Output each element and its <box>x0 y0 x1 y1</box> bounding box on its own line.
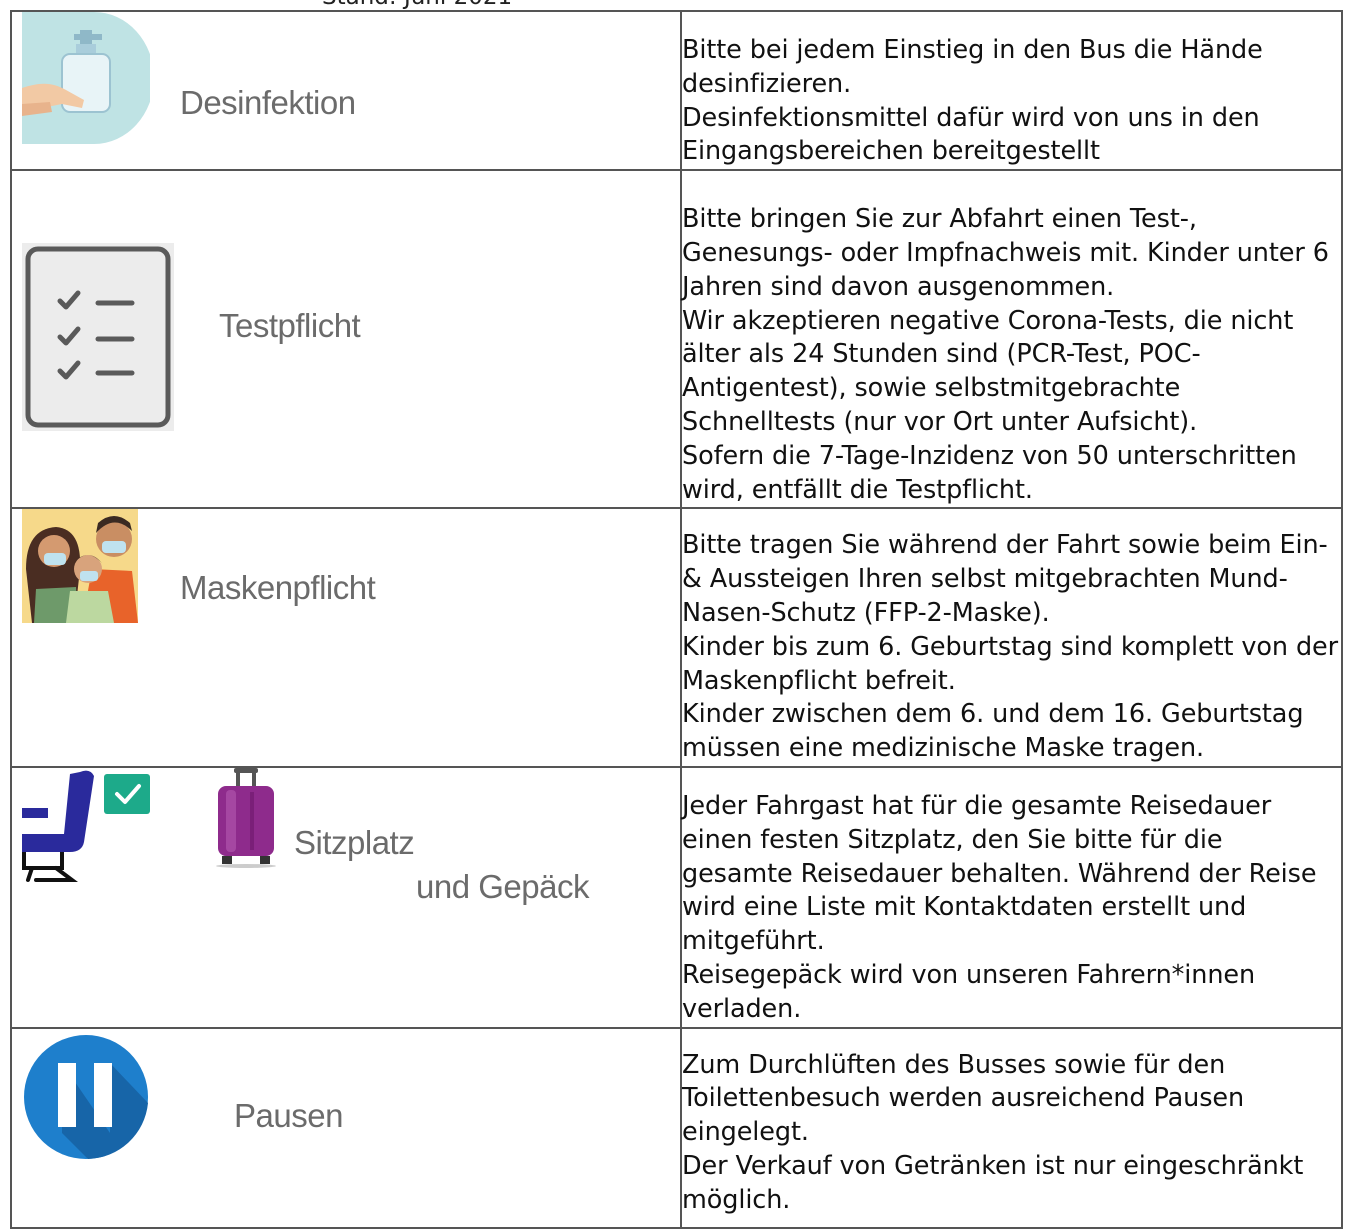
table-row: Maskenpflicht Bitte tragen Sie während d… <box>10 507 1343 768</box>
rule-label-cell: Testpflicht <box>10 169 682 510</box>
suitcase-icon <box>216 767 276 868</box>
description-line: Reisegepäck wird von unseren Fahrern*inn… <box>682 959 1256 1024</box>
stand-date: Stand: Juni 2021 <box>322 0 512 10</box>
description-line: Kinder zwischen dem 6. und dem 16. Gebur… <box>682 699 1304 764</box>
rule-label: Sitzplatz <box>294 823 415 861</box>
rule-description-cell: Bitte bringen Sie zur Abfahrt einen Test… <box>680 169 1343 510</box>
table-row: Desinfektion Bitte bei jedem Einstieg in… <box>10 9 1343 172</box>
rule-description: Zum Durchlüften des Busses sowie für den… <box>682 1049 1341 1218</box>
rule-label-cell: Desinfektion <box>10 9 682 172</box>
description-line: Bitte bei jedem Einstieg in den Bus die … <box>682 35 1263 99</box>
rule-label-cell: Maskenpflicht <box>10 507 682 768</box>
description-line: Bitte tragen Sie während der Fahrt sowie… <box>682 530 1328 628</box>
description-line: Zum Durchlüften des Busses sowie für den… <box>682 1049 1245 1148</box>
description-line: Wir akzeptieren negative Corona-Tests, d… <box>682 305 1294 437</box>
description-line: Sofern die 7-Tage-Inzidenz von 50 unters… <box>682 440 1297 505</box>
description-line: Der Verkauf von Getränken ist nur einges… <box>682 1150 1304 1215</box>
rule-description: Bitte bringen Sie zur Abfahrt einen Test… <box>682 203 1341 507</box>
rule-label: Desinfektion <box>180 84 356 121</box>
pause-icon <box>24 1034 148 1159</box>
hand-sanitizer-icon <box>22 12 150 144</box>
rule-label: Maskenpflicht <box>180 569 376 607</box>
rule-label: Testpflicht <box>219 307 361 345</box>
rule-description-cell: Jeder Fahrgast hat für die gesamte Reise… <box>680 765 1343 1029</box>
rule-label-cell: Sitzplatz und Gepäck <box>10 765 682 1029</box>
rule-description: Bitte bei jedem Einstieg in den Bus die … <box>682 34 1341 169</box>
rules-table: Desinfektion Bitte bei jedem Einstieg in… <box>10 9 1343 1229</box>
rule-description: Jeder Fahrgast hat für die gesamte Reise… <box>682 790 1341 1027</box>
checklist-icon <box>22 243 174 432</box>
description-line: Bitte bringen Sie zur Abfahrt einen Test… <box>682 204 1329 302</box>
description-line: Kinder bis zum 6. Geburtstag sind komple… <box>682 631 1339 696</box>
rule-label: Pausen <box>234 1096 343 1134</box>
seat-check-icon <box>22 770 150 882</box>
rule-label: und Gepäck <box>416 867 589 905</box>
masked-family-icon <box>22 509 138 624</box>
rule-description: Bitte tragen Sie während der Fahrt sowie… <box>682 529 1341 766</box>
page-header: Stand: Juni 2021 <box>0 0 1352 10</box>
description-line: Jeder Fahrgast hat für die gesamte Reise… <box>682 790 1317 957</box>
table-row: Sitzplatz und Gepäck Jeder Fahrgast hat … <box>10 765 1343 1029</box>
rule-description-cell: Bitte tragen Sie während der Fahrt sowie… <box>680 507 1343 768</box>
table-row: Testpflicht Bitte bringen Sie zur Abfahr… <box>10 169 1343 510</box>
description-line: Desinfektionsmittel dafür wird von uns i… <box>682 102 1260 167</box>
rule-description-cell: Bitte bei jedem Einstieg in den Bus die … <box>680 9 1343 172</box>
